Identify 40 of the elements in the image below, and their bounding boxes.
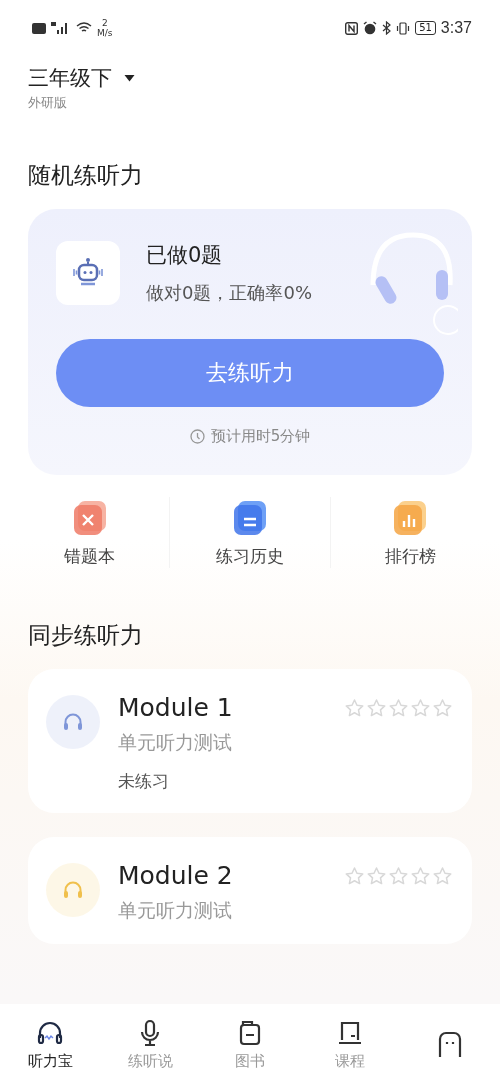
star-icon [433, 867, 452, 885]
shortcut-item[interactable]: 练习历史 [169, 497, 330, 568]
star-icon [411, 867, 430, 885]
wifi-icon [76, 22, 92, 34]
estimate-text: 预计用时5分钟 [210, 427, 311, 446]
network-speed-unit: M/s [97, 28, 113, 38]
shortcut-item[interactable]: 错题本 [10, 497, 170, 568]
edition-label: 外研版 [28, 94, 67, 112]
accuracy-text: 做对0题，正确率0% [146, 281, 312, 305]
star-icon [411, 699, 430, 717]
star-icon [345, 699, 364, 717]
star-icon [367, 867, 386, 885]
module-title: Module 2 [118, 861, 234, 890]
module-subtitle: 单元听力测试 [118, 730, 233, 755]
nfc-icon [345, 21, 359, 35]
robot-icon [56, 241, 120, 305]
alarm-icon [363, 21, 378, 35]
section-title: 同步练听力 [28, 621, 144, 650]
practice-status: 未练习 [118, 770, 170, 793]
module-card[interactable]: Module 1 单元听力测试 未练习 [28, 669, 472, 813]
clock-time: 3:37 [440, 19, 472, 37]
shortcut-item[interactable]: 排行榜 [329, 497, 490, 568]
star-icon [389, 699, 408, 717]
section-title: 随机练听力 [28, 161, 144, 190]
network-speed-value: 2 [101, 18, 108, 28]
star-icon [433, 699, 452, 717]
vibrate-icon [396, 21, 411, 35]
star-icon [367, 699, 386, 717]
caret-icon [124, 74, 135, 82]
bluetooth-icon [382, 21, 392, 35]
battery-indicator: 51 [415, 21, 436, 35]
done-count: 已做0题 [146, 242, 224, 269]
module-subtitle: 单元听力测试 [118, 898, 233, 923]
star-icon [389, 867, 408, 885]
clock-icon [189, 429, 205, 444]
star-icon [345, 867, 364, 885]
module-card[interactable]: Module 2 单元听力测试 [28, 837, 472, 944]
module-title: Module 1 [118, 693, 234, 722]
tab-item[interactable]: 听力宝 [0, 1004, 100, 1084]
grade-selector[interactable]: 三年级下 [28, 64, 135, 92]
